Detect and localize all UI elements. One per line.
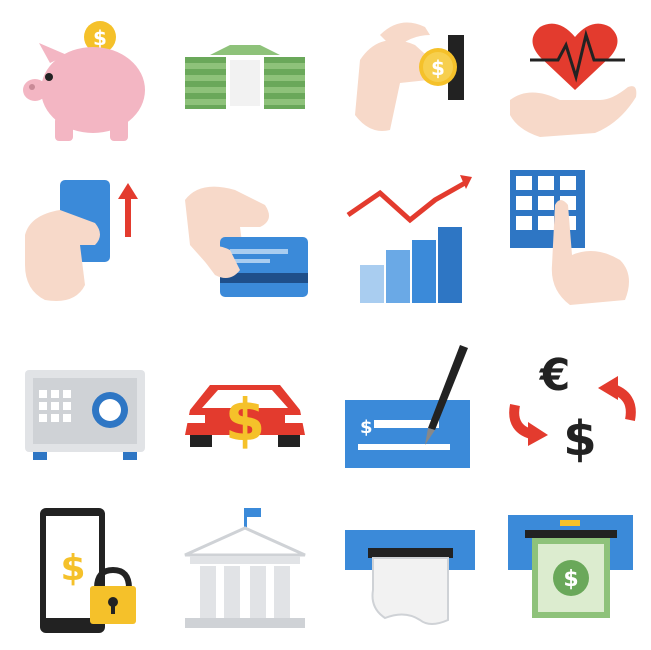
keypad-icon bbox=[500, 165, 650, 315]
coin-dollar-glyph: $ bbox=[431, 56, 445, 80]
card-up-icon bbox=[15, 165, 165, 315]
mobile-dollar-glyph: $ bbox=[60, 548, 85, 589]
safe-icon bbox=[15, 340, 165, 490]
car-loan-icon: $ bbox=[170, 340, 320, 490]
health-hand-icon bbox=[500, 5, 650, 155]
coin-insert-icon: $ bbox=[340, 5, 490, 155]
check-sign-icon: $ bbox=[340, 340, 490, 490]
receipt-atm-icon bbox=[340, 500, 490, 650]
cash-stack-icon bbox=[170, 5, 320, 155]
growth-chart-icon bbox=[340, 165, 490, 315]
cash-atm-icon: $ bbox=[500, 500, 650, 650]
piggy-bank-icon: $ bbox=[15, 5, 165, 155]
exchange-dollar-glyph: $ bbox=[563, 411, 596, 467]
mobile-lock-icon: $ bbox=[15, 500, 165, 650]
car-dollar-glyph: $ bbox=[225, 386, 265, 454]
atm-dollar-glyph: $ bbox=[563, 567, 578, 592]
check-dollar-glyph: $ bbox=[360, 417, 373, 438]
bank-building-icon bbox=[170, 500, 320, 650]
card-swipe-icon bbox=[170, 165, 320, 315]
euro-glyph: € bbox=[539, 350, 571, 401]
icon-grid: $ $ $ $ € $ $ $ bbox=[0, 0, 651, 648]
piggy-dollar-glyph: $ bbox=[93, 26, 107, 50]
currency-exchange-icon: € $ bbox=[500, 340, 650, 490]
